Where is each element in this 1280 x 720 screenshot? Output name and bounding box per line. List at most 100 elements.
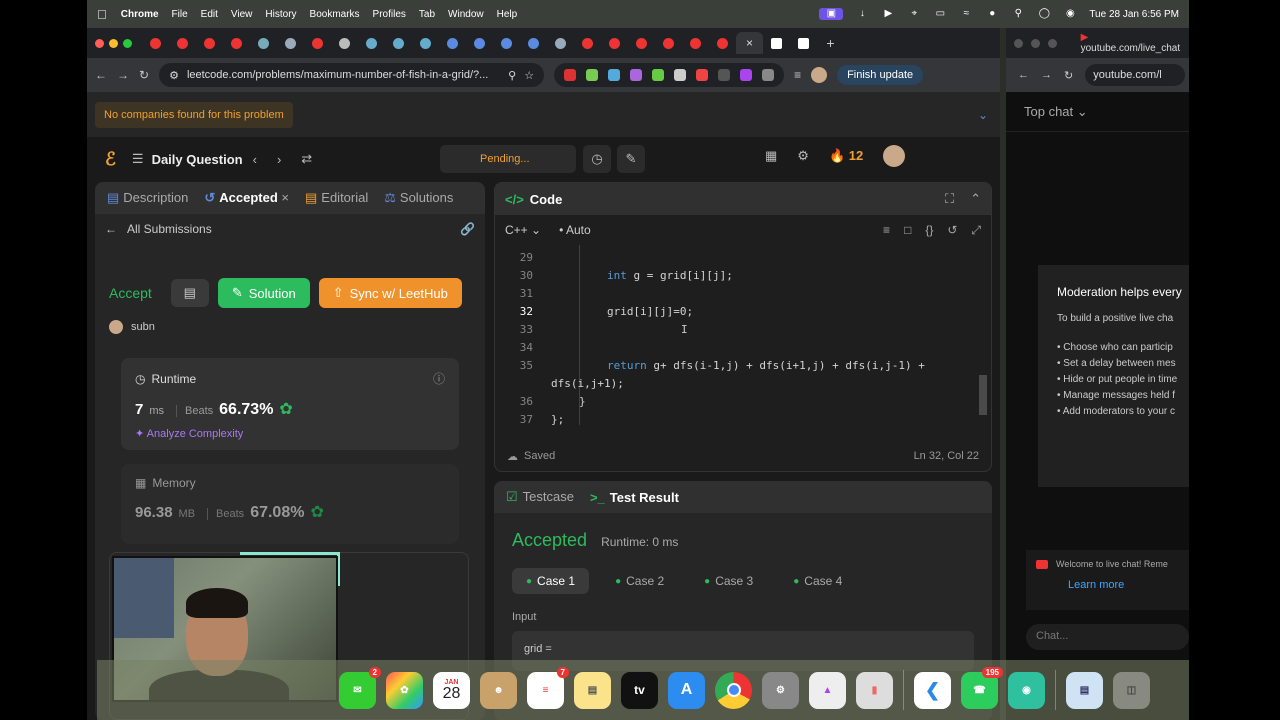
notes-icon[interactable]: ✎ (617, 145, 645, 173)
trash-icon[interactable]: ◫ (1113, 671, 1150, 709)
language-select[interactable]: C++ ⌄ (505, 223, 541, 237)
siri-icon[interactable]: ◉ (1063, 8, 1077, 20)
reminders-app-icon[interactable]: 7 ≡ (527, 666, 569, 709)
menu-app-name[interactable]: Chrome (121, 9, 159, 20)
chrome-app-icon[interactable] (715, 671, 752, 709)
info-icon[interactable]: ⓘ (433, 370, 445, 387)
settings-gear-icon[interactable]: ⚙ (797, 148, 809, 164)
notes-app-icon[interactable]: ▤ (574, 671, 611, 709)
new-tab-icon[interactable]: + (817, 32, 844, 54)
all-submissions-link[interactable]: All Submissions (127, 222, 212, 236)
tab-favicon-youtube[interactable] (142, 32, 169, 54)
minimize-window-button[interactable] (109, 38, 118, 48)
forward-icon[interactable]: → (1041, 69, 1052, 81)
wifi-icon[interactable]: ≈ (959, 8, 973, 20)
tab-favicon-web[interactable] (385, 32, 412, 54)
affinity-app-icon[interactable]: ▲ (809, 671, 846, 709)
runtime-card[interactable]: ◷ Runtime ⓘ 7 ms Beats 66.73% ✿ ✦ Analyz… (121, 358, 459, 450)
menu-history[interactable]: History (265, 9, 296, 20)
whatsapp-app-icon[interactable]: 195 ☎ (961, 666, 1003, 709)
timer-icon[interactable]: ◷ (583, 145, 611, 173)
tab-favicon-web[interactable] (790, 32, 817, 54)
collapse-icon[interactable]: ⌃ (970, 191, 981, 207)
user-icon[interactable]: ● (985, 8, 999, 20)
close-window-button[interactable] (1014, 38, 1023, 48)
code-editor[interactable]: 29 30 int g = grid[i][j]; 31 32 grid[i][j]… (495, 245, 991, 440)
zoom-window-button[interactable] (1047, 38, 1057, 48)
sync-leethub-button[interactable]: ⇧ Sync w/ LeetHub (318, 278, 462, 308)
submitter-name[interactable]: subn (131, 321, 155, 333)
tab-favicon-docs[interactable] (520, 32, 547, 54)
menu-edit[interactable]: Edit (201, 9, 218, 20)
download-icon[interactable]: ↓ (855, 8, 869, 20)
braces-icon[interactable]: {} (925, 223, 933, 238)
zoom-icon[interactable]: ⚲ (508, 69, 516, 82)
next-question-icon[interactable]: › (277, 152, 281, 167)
extension-icon[interactable] (652, 69, 665, 81)
maximize-icon[interactable]: ⛶ (945, 191, 954, 207)
photos-app-icon[interactable]: ✿ (386, 671, 423, 709)
extension-icon[interactable] (740, 69, 753, 81)
shuffle-icon[interactable]: ⇄ (301, 151, 312, 167)
user-avatar[interactable] (883, 145, 906, 167)
tab-favicon-web[interactable] (277, 32, 304, 54)
tab-favicon-youtube[interactable] (223, 32, 250, 54)
messages-app-icon[interactable]: 2 ✉ (339, 666, 381, 709)
controls-icon[interactable]: ⌖ (907, 8, 921, 20)
daily-question-title[interactable]: Daily Question (152, 152, 243, 167)
minimize-window-button[interactable] (1030, 38, 1040, 48)
iphone-mirroring-icon[interactable]: ▮ (856, 671, 893, 709)
menu-window[interactable]: Window (448, 9, 484, 20)
bookmark-icon[interactable]: □ (904, 223, 911, 238)
menu-help[interactable]: Help (497, 9, 518, 20)
tab-favicon-web[interactable] (250, 32, 277, 54)
extension-icon[interactable] (630, 69, 643, 81)
menu-bookmarks[interactable]: Bookmarks (310, 9, 360, 20)
book-icon[interactable]: ▤ (170, 279, 209, 307)
share-link-icon[interactable]: 🔗 (460, 222, 475, 236)
menu-profiles[interactable]: Profiles (373, 9, 406, 20)
tab-favicon-youtube[interactable] (628, 32, 655, 54)
control-center-icon[interactable]: ◯ (1037, 8, 1051, 20)
bookmark-star-icon[interactable]: ☆ (524, 69, 534, 82)
battery-icon[interactable]: ▭ (933, 8, 947, 20)
solution-button[interactable]: ✎ Solution (217, 278, 310, 308)
list-icon[interactable]: ☰ (132, 151, 144, 167)
extension-icon[interactable] (586, 69, 599, 81)
back-arrow-icon[interactable]: ← (105, 222, 117, 236)
tab-favicon-docs[interactable] (466, 32, 493, 54)
calendar-app-icon[interactable]: JAN 28 (433, 671, 470, 709)
tab-favicon-youtube[interactable] (304, 32, 331, 54)
back-icon[interactable]: ← (1018, 69, 1029, 81)
app-store-icon[interactable]: A (668, 671, 705, 709)
reload-icon[interactable]: ↻ (139, 68, 149, 82)
contacts-app-icon[interactable]: ☻ (480, 671, 517, 709)
tab-favicon-web[interactable] (547, 32, 574, 54)
reload-icon[interactable]: ↻ (1064, 69, 1073, 82)
adblock-extension-icon[interactable] (564, 69, 577, 81)
system-settings-icon[interactable]: ⚙ (762, 671, 799, 709)
close-window-button[interactable] (95, 38, 104, 48)
yt-url-field[interactable]: youtube.com/l (1085, 64, 1186, 86)
close-tab-icon[interactable]: × (281, 190, 289, 205)
apple-tv-app-icon[interactable]: tv (621, 671, 658, 709)
chevron-down-icon[interactable]: ⌄ (978, 108, 988, 122)
extension-icon[interactable] (674, 69, 687, 81)
top-chat-select[interactable]: Top chat ⌄ (1006, 92, 1189, 132)
tab-favicon-docs[interactable] (493, 32, 520, 54)
submitter-avatar[interactable] (109, 320, 123, 334)
zoom-window-button[interactable] (123, 38, 132, 48)
layout-grid-icon[interactable]: ▦ (765, 148, 777, 164)
menu-view[interactable]: View (231, 9, 253, 20)
extension-icon[interactable] (608, 69, 621, 81)
site-settings-icon[interactable]: ⚙ (169, 69, 179, 82)
screen-record-icon[interactable]: ▣ (819, 8, 844, 20)
vscode-app-icon[interactable]: ❮ (914, 671, 951, 709)
url-field[interactable]: ⚙ leetcode.com/problems/maximum-number-o… (159, 63, 545, 87)
format-icon[interactable]: ≡ (883, 223, 890, 238)
tab-solutions[interactable]: ⚖ Solutions (384, 190, 453, 206)
menu-tab[interactable]: Tab (419, 9, 435, 20)
reading-list-icon[interactable]: ≡ (794, 68, 801, 82)
case-4-tab[interactable]: ● Case 4 (779, 568, 856, 594)
tab-favicon-youtube[interactable] (709, 32, 736, 54)
